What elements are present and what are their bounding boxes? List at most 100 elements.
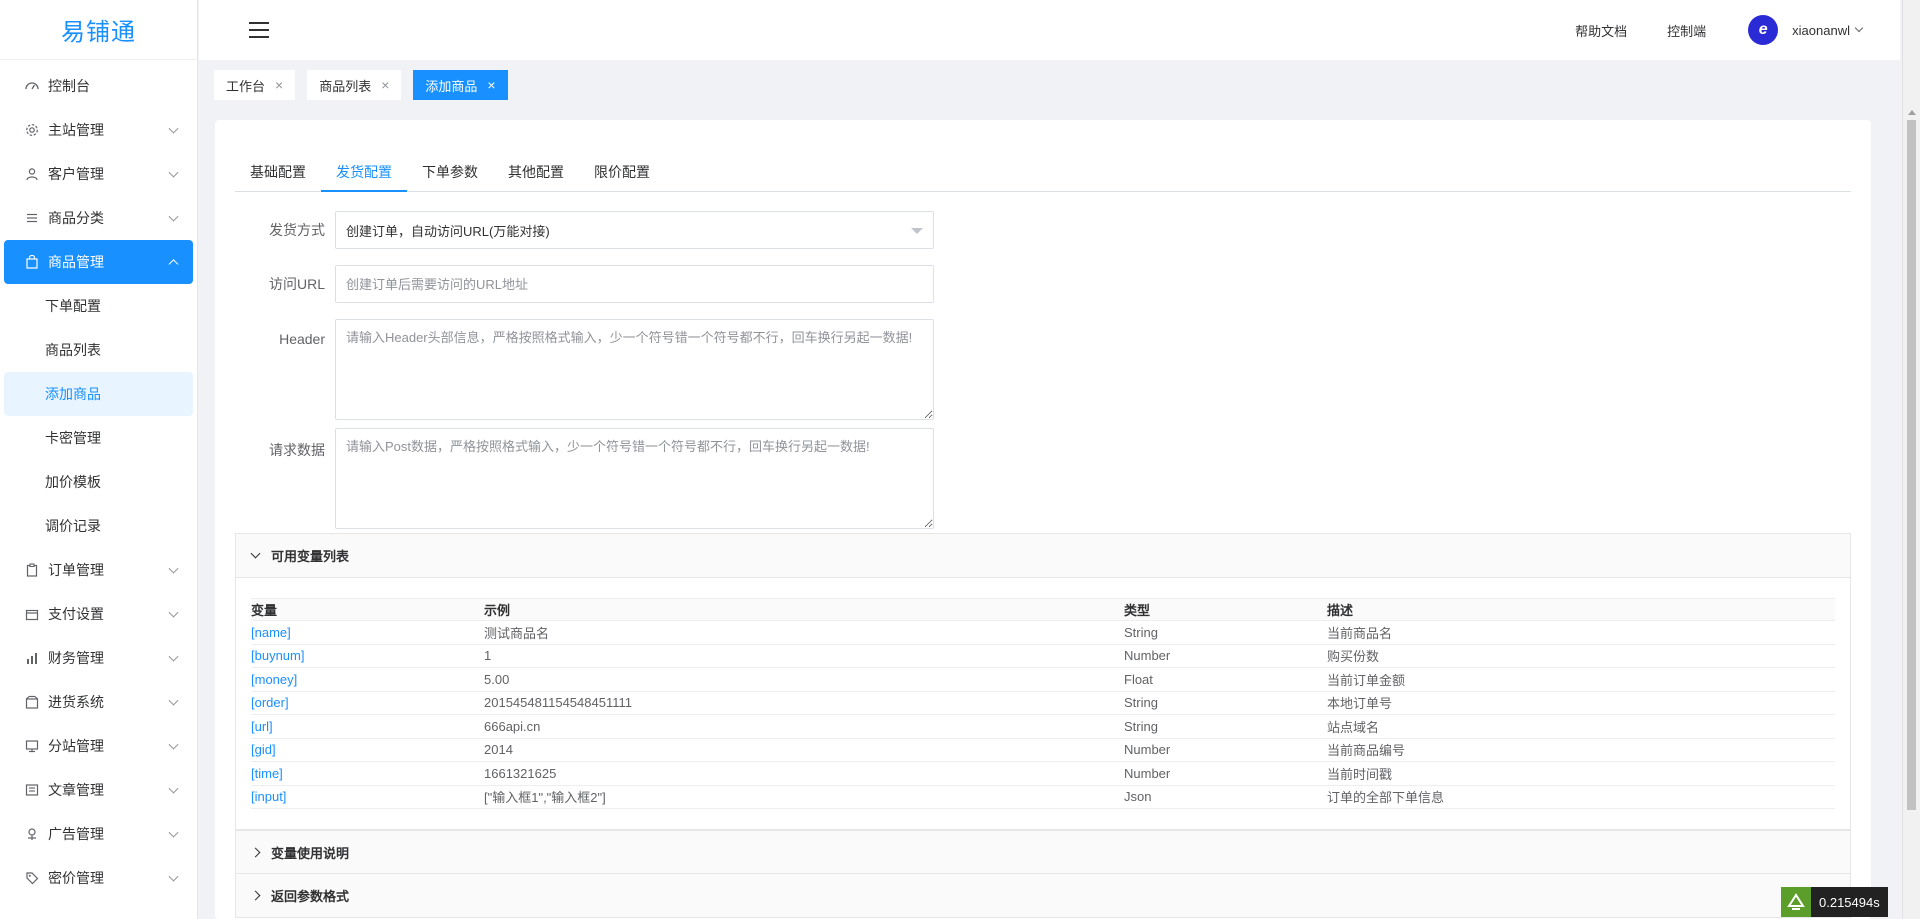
username: xiaonanwl — [1792, 22, 1850, 38]
variable-example: 2014 — [484, 738, 1124, 762]
close-icon[interactable]: × — [381, 77, 389, 93]
chevron-down-icon — [168, 211, 179, 222]
close-icon[interactable]: × — [487, 77, 495, 93]
header-textarea[interactable] — [335, 319, 934, 420]
tab-add-product[interactable]: 添加商品 × — [413, 70, 508, 100]
sidebar-item-orders[interactable]: 订单管理 — [0, 548, 197, 592]
variable-name[interactable]: [time] — [251, 761, 484, 786]
url-input[interactable] — [335, 265, 934, 303]
close-icon[interactable]: × — [275, 77, 283, 93]
sidebar-item-finance[interactable]: 财务管理 — [0, 636, 197, 680]
header-label: Header — [279, 331, 325, 347]
return-format-panel-header[interactable]: 返回参数格式 — [236, 874, 1850, 917]
ship-method-select[interactable]: 创建订单，自动访问URL(万能对接) — [335, 211, 934, 249]
submenu-item-card-keys[interactable]: 卡密管理 — [0, 416, 197, 460]
variable-name[interactable]: [order] — [251, 691, 484, 715]
sidebar-item-dashboard[interactable]: 控制台 — [0, 64, 197, 108]
tab-other-config[interactable]: 其他配置 — [493, 154, 579, 192]
variable-name[interactable]: [name] — [251, 620, 484, 645]
caret-down-icon — [911, 228, 923, 234]
variables-panel: 可用变量列表 变量 示例 类型 描述 [name] 测试商品名 String 当… — [235, 533, 1851, 830]
list-icon — [24, 210, 40, 226]
ship-method-value: 创建订单，自动访问URL(万能对接) — [346, 223, 550, 239]
sidebar-item-label: 分站管理 — [48, 738, 104, 754]
tab-label: 商品列表 — [319, 78, 372, 94]
app-logo[interactable]: 易铺通 — [0, 0, 197, 60]
console-link[interactable]: 控制端 — [1667, 21, 1706, 40]
avatar[interactable]: e — [1748, 15, 1779, 45]
variable-example: 5.00 — [484, 667, 1124, 692]
variables-panel-header[interactable]: 可用变量列表 — [236, 534, 1850, 577]
page-scrollbar[interactable] — [1902, 0, 1920, 919]
variable-example: 201545481154548451111 — [484, 691, 1124, 715]
chevron-down-icon — [168, 827, 179, 838]
submenu-item-product-list[interactable]: 商品列表 — [0, 328, 197, 372]
submenu-item-markup-template[interactable]: 加价模板 — [0, 460, 197, 504]
sidebar-item-label: 订单管理 — [48, 562, 104, 578]
variable-type: Number — [1124, 761, 1327, 786]
post-data-textarea[interactable] — [335, 428, 934, 529]
variable-name[interactable]: [gid] — [251, 738, 484, 762]
variable-description: 当前商品名 — [1327, 620, 1835, 645]
sidebar-item-articles[interactable]: 文章管理 — [0, 768, 197, 812]
sidebar-item-categories[interactable]: 商品分类 — [0, 196, 197, 240]
tab-order-params[interactable]: 下单参数 — [407, 154, 493, 192]
user-menu[interactable]: xiaonanwl — [1792, 22, 1864, 38]
url-row: 访问URL — [245, 265, 934, 303]
sidebar-item-label: 财务管理 — [48, 650, 104, 666]
scroll-up-arrow-icon[interactable] — [1908, 110, 1916, 115]
table-row: [money] 5.00 Float 当前订单金额 — [251, 667, 1835, 692]
perf-badge[interactable]: 0.215494s — [1781, 887, 1888, 917]
sidebar-item-payment[interactable]: 支付设置 — [0, 592, 197, 636]
sidebar-item-ads[interactable]: 广告管理 — [0, 812, 197, 856]
help-docs-link[interactable]: 帮助文档 — [1575, 21, 1627, 40]
sidebar-item-customers[interactable]: 客户管理 — [0, 152, 197, 196]
tag-icon — [24, 870, 40, 886]
variable-type: Number — [1124, 644, 1327, 668]
sidebar-item-secret-price[interactable]: 密价管理 — [0, 856, 197, 900]
tab-shipping-config[interactable]: 发货配置 — [321, 154, 407, 192]
sidebar-item-products[interactable]: 商品管理 — [4, 240, 193, 284]
sidebar-menu: 控制台 主站管理 客户管理 商品分类 商品管理 下单配置 商品列表 添加商品 卡… — [0, 60, 197, 900]
variable-name[interactable]: [money] — [251, 667, 484, 692]
scroll-thumb[interactable] — [1907, 120, 1916, 810]
submenu-item-price-log[interactable]: 调价记录 — [0, 504, 197, 548]
tab-label: 添加商品 — [425, 78, 478, 94]
sidebar: 易铺通 控制台 主站管理 客户管理 商品分类 商品管理 下单配置 商品列表 添加… — [0, 0, 198, 919]
table-row: [order] 201545481154548451111 String 本地订… — [251, 691, 1835, 715]
tab-price-limit-config[interactable]: 限价配置 — [579, 154, 665, 192]
variable-example: ["输入框1","输入框2"] — [484, 785, 1124, 809]
sidebar-item-purchasing[interactable]: 进货系统 — [0, 680, 197, 724]
post-data-row: 请求数据 — [245, 428, 934, 529]
submenu-item-add-product[interactable]: 添加商品 — [4, 372, 193, 416]
tab-basic-config[interactable]: 基础配置 — [235, 154, 321, 192]
chevron-down-icon — [168, 651, 179, 662]
variable-name[interactable]: [buynum] — [251, 644, 484, 668]
return-format-panel-title: 返回参数格式 — [271, 889, 350, 904]
ship-method-label: 发货方式 — [269, 222, 325, 238]
sidebar-item-main-site[interactable]: 主站管理 — [0, 108, 197, 152]
sidebar-item-label: 主站管理 — [48, 122, 104, 138]
header-row: Header — [245, 319, 934, 420]
sidebar-item-label: 商品分类 — [48, 210, 104, 226]
submenu-item-order-config[interactable]: 下单配置 — [0, 284, 197, 328]
variable-example: 1 — [484, 644, 1124, 668]
chevron-down-icon — [250, 548, 261, 559]
table-row: [url] 666api.cn String 站点域名 — [251, 714, 1835, 739]
sidebar-item-substations[interactable]: 分站管理 — [0, 724, 197, 768]
tab-workbench[interactable]: 工作台 × — [214, 70, 296, 100]
sidebar-item-label: 文章管理 — [48, 782, 104, 798]
variable-description: 站点域名 — [1327, 714, 1835, 739]
variable-type: Float — [1124, 667, 1327, 692]
chevron-down-icon — [168, 563, 179, 574]
variable-name[interactable]: [url] — [251, 714, 484, 739]
clipboard-icon — [24, 562, 40, 578]
variable-name[interactable]: [input] — [251, 785, 484, 809]
perf-time: 0.215494s — [1811, 887, 1888, 917]
sidebar-item-label: 密价管理 — [48, 870, 104, 886]
menu-toggle-icon[interactable] — [249, 22, 269, 38]
chevron-down-icon — [1854, 23, 1864, 33]
usage-panel-header[interactable]: 变量使用说明 — [236, 831, 1850, 874]
variable-description: 当前订单金额 — [1327, 667, 1835, 692]
tab-product-list[interactable]: 商品列表 × — [307, 70, 402, 100]
